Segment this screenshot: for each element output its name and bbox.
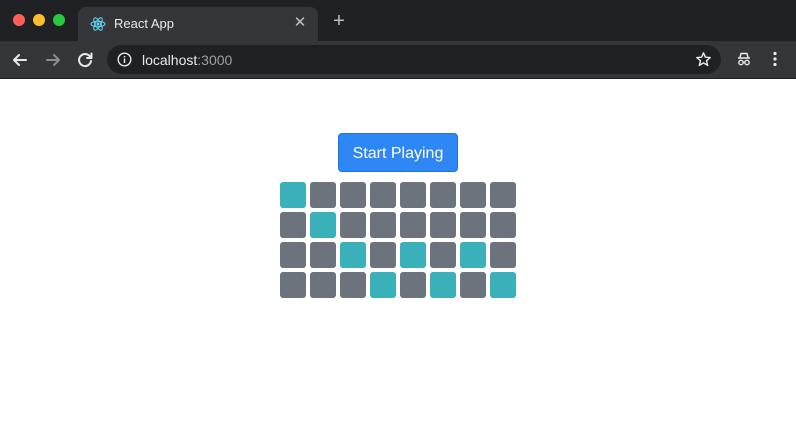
address-bar[interactable]: localhost:3000 — [107, 45, 721, 74]
grid-cell-inactive[interactable] — [460, 182, 486, 208]
incognito-icon[interactable] — [735, 50, 753, 68]
tab-title: React App — [114, 16, 174, 31]
window-maximize-button[interactable] — [53, 14, 65, 26]
grid-cell-inactive[interactable] — [370, 182, 396, 208]
window-close-button[interactable] — [13, 14, 25, 26]
grid-cell-inactive[interactable] — [340, 212, 366, 238]
sequencer-grid — [280, 182, 516, 302]
tab-close-icon[interactable]: ✕ — [292, 15, 308, 31]
grid-cell-inactive[interactable] — [280, 272, 306, 298]
grid-cell-active[interactable] — [340, 242, 366, 268]
grid-cell-active[interactable] — [280, 182, 306, 208]
tab-strip: React App ✕ + — [0, 0, 796, 41]
reload-icon[interactable] — [74, 49, 96, 71]
browser-window: React App ✕ + localhost:3000 Start Playi… — [0, 0, 796, 434]
browser-toolbar: localhost:3000 — [0, 41, 796, 79]
arrow-left-icon[interactable] — [9, 49, 31, 71]
address-url: localhost:3000 — [142, 52, 232, 68]
tab-react-app[interactable]: React App ✕ — [78, 7, 318, 41]
grid-cell-inactive[interactable] — [490, 242, 516, 268]
new-tab-button[interactable]: + — [330, 11, 348, 31]
grid-row — [280, 242, 516, 268]
star-icon[interactable] — [695, 51, 712, 68]
grid-cell-inactive[interactable] — [280, 242, 306, 268]
grid-cell-inactive[interactable] — [490, 182, 516, 208]
grid-cell-inactive[interactable] — [400, 212, 426, 238]
grid-cell-inactive[interactable] — [370, 242, 396, 268]
grid-cell-inactive[interactable] — [310, 182, 336, 208]
grid-cell-inactive[interactable] — [460, 212, 486, 238]
grid-cell-inactive[interactable] — [370, 212, 396, 238]
grid-cell-inactive[interactable] — [460, 272, 486, 298]
grid-cell-inactive[interactable] — [430, 242, 456, 268]
grid-cell-inactive[interactable] — [340, 272, 366, 298]
grid-row — [280, 272, 516, 298]
info-icon[interactable] — [117, 52, 132, 67]
grid-cell-inactive[interactable] — [310, 272, 336, 298]
window-minimize-button[interactable] — [33, 14, 45, 26]
grid-cell-inactive[interactable] — [280, 212, 306, 238]
grid-cell-active[interactable] — [370, 272, 396, 298]
grid-cell-inactive[interactable] — [340, 182, 366, 208]
arrow-right-icon[interactable] — [42, 49, 64, 71]
react-logo-icon — [90, 17, 106, 31]
grid-cell-inactive[interactable] — [400, 272, 426, 298]
grid-cell-active[interactable] — [460, 242, 486, 268]
url-host: localhost — [142, 52, 198, 68]
page-content: Start Playing — [0, 79, 796, 434]
grid-cell-inactive[interactable] — [430, 182, 456, 208]
grid-cell-inactive[interactable] — [400, 182, 426, 208]
grid-cell-active[interactable] — [430, 272, 456, 298]
grid-cell-active[interactable] — [400, 242, 426, 268]
kebab-menu-icon[interactable] — [766, 50, 784, 68]
url-port: :3000 — [197, 52, 233, 68]
grid-row — [280, 212, 516, 238]
start-playing-button[interactable]: Start Playing — [338, 133, 458, 172]
grid-row — [280, 182, 516, 208]
grid-cell-inactive[interactable] — [430, 212, 456, 238]
grid-cell-inactive[interactable] — [490, 212, 516, 238]
grid-cell-active[interactable] — [490, 272, 516, 298]
grid-cell-inactive[interactable] — [310, 242, 336, 268]
grid-cell-active[interactable] — [310, 212, 336, 238]
